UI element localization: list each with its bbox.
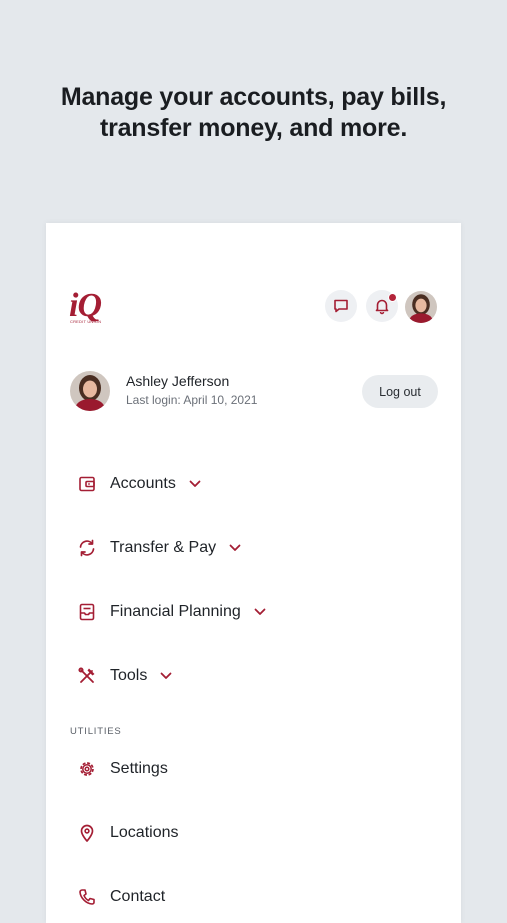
last-login: Last login: April 10, 2021 bbox=[126, 393, 258, 407]
messages-button[interactable] bbox=[325, 290, 357, 322]
tools-icon bbox=[76, 665, 98, 687]
app-menu-card: iQ CREDIT UNION Ashley Jefferson Last lo… bbox=[46, 223, 461, 923]
utility-item-settings[interactable]: Settings bbox=[76, 754, 168, 784]
headline: Manage your accounts, pay bills, transfe… bbox=[0, 82, 507, 144]
utility-item-label: Contact bbox=[110, 888, 166, 905]
chat-icon bbox=[334, 299, 348, 313]
utility-item-contact[interactable]: Contact bbox=[76, 882, 165, 912]
utility-item-label: Settings bbox=[110, 760, 168, 777]
wallet-icon bbox=[76, 473, 98, 495]
nav-item-financial-planning[interactable]: Financial Planning bbox=[76, 597, 267, 627]
profile-avatar bbox=[70, 371, 110, 411]
avatar bbox=[405, 291, 437, 323]
logo-subtext: CREDIT UNION bbox=[70, 319, 102, 324]
brand-logo[interactable]: iQ CREDIT UNION bbox=[69, 289, 117, 327]
phone-icon bbox=[76, 886, 98, 908]
notifications-button[interactable] bbox=[366, 290, 398, 322]
utility-item-locations[interactable]: Locations bbox=[76, 818, 179, 848]
utilities-section-label: UTILITIES bbox=[70, 726, 122, 737]
chevron-down-icon[interactable] bbox=[228, 541, 242, 555]
headline-line-2: transfer money, and more. bbox=[99, 114, 408, 142]
nav-item-label: Tools bbox=[110, 667, 148, 684]
logout-button[interactable]: Log out bbox=[362, 375, 438, 408]
transfer-icon bbox=[76, 537, 98, 559]
gear-icon bbox=[76, 758, 98, 780]
notification-dot bbox=[388, 293, 397, 302]
user-name: Ashley Jefferson bbox=[126, 373, 230, 389]
utility-item-label: Locations bbox=[110, 824, 179, 841]
nav-item-accounts[interactable]: Accounts bbox=[76, 469, 202, 499]
avatar bbox=[70, 371, 110, 411]
location-pin-icon bbox=[76, 822, 98, 844]
headline-line-1: Manage your accounts, pay bills, bbox=[60, 83, 447, 111]
chevron-down-icon[interactable] bbox=[159, 669, 173, 683]
header-avatar[interactable] bbox=[405, 291, 437, 323]
nav-item-label: Accounts bbox=[110, 475, 176, 492]
logo-text: iQ bbox=[69, 287, 102, 324]
planning-icon bbox=[76, 601, 98, 623]
nav-item-tools[interactable]: Tools bbox=[76, 661, 173, 691]
nav-item-label: Financial Planning bbox=[110, 603, 241, 620]
nav-item-transfer-pay[interactable]: Transfer & Pay bbox=[76, 533, 242, 563]
nav-item-label: Transfer & Pay bbox=[110, 539, 217, 556]
chevron-down-icon[interactable] bbox=[253, 605, 267, 619]
chevron-down-icon[interactable] bbox=[188, 477, 202, 491]
